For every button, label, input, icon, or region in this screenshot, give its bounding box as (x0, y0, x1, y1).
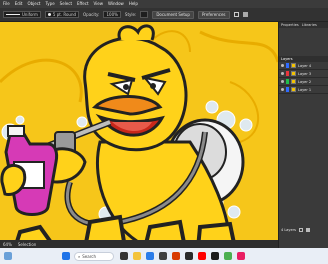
menu-object[interactable]: Object (27, 0, 40, 8)
more-options-icon[interactable] (242, 12, 248, 17)
duck-mascot-illustration (0, 24, 278, 248)
document-setup-button[interactable]: Document Setup (152, 10, 194, 19)
panel-spacer (279, 28, 328, 56)
menu-select[interactable]: Select (60, 0, 72, 8)
visibility-eye-icon[interactable] (281, 88, 284, 91)
visibility-eye-icon[interactable] (281, 72, 284, 75)
chrome-icon[interactable] (224, 252, 232, 260)
opacity-value: 100% (106, 12, 118, 17)
pinned-apps (120, 252, 245, 260)
menu-edit[interactable]: Edit (15, 0, 23, 8)
tab-layers[interactable]: Layers (281, 57, 293, 61)
task-view-icon[interactable] (120, 252, 128, 260)
photos-icon[interactable] (237, 252, 245, 260)
layer-name: Layer 3 (298, 71, 312, 76)
start-icon[interactable] (62, 252, 70, 260)
layer-thumbnail (291, 79, 296, 84)
style-dropdown[interactable] (140, 11, 149, 18)
edge-icon[interactable] (146, 252, 154, 260)
layer-color-swatch (286, 71, 289, 76)
windows-taskbar: ⌕ Search (0, 248, 328, 264)
taskbar-search[interactable]: ⌕ Search (74, 251, 114, 261)
layers-footer: 4 Layers (279, 226, 328, 234)
stroke-preview (6, 14, 20, 15)
search-placeholder: Search (82, 253, 96, 259)
layer-row[interactable]: Layer 4 (279, 62, 328, 70)
layer-row[interactable]: Layer 1 (279, 86, 328, 94)
trash-icon[interactable] (305, 228, 310, 232)
menu-view[interactable]: View (94, 0, 104, 8)
visibility-eye-icon[interactable] (281, 80, 284, 83)
zoom-level[interactable]: 64% (3, 242, 12, 247)
file-explorer-icon[interactable] (133, 252, 141, 260)
menu-effect[interactable]: Effect (77, 0, 89, 8)
layer-color-swatch (286, 87, 289, 92)
menu-bar: File Edit Object Type Select Effect View… (0, 0, 328, 8)
layer-thumbnail (291, 71, 296, 76)
tab-properties[interactable]: Properties (281, 23, 299, 27)
arrange-icon[interactable] (233, 12, 239, 17)
preferences-label: Preferences (201, 12, 226, 17)
new-layer-icon[interactable] (298, 228, 303, 232)
layer-count-label: 4 Layers (281, 228, 296, 232)
layer-row[interactable]: Layer 2 (279, 78, 328, 86)
current-tool-label: Selection (17, 241, 37, 247)
layer-row[interactable]: Layer 3 (279, 70, 328, 78)
weather-icon[interactable] (4, 252, 12, 260)
store-icon[interactable] (159, 252, 167, 260)
brush-dropdown[interactable]: 5 pt. Round (44, 11, 80, 18)
illustrator-window: File Edit Object Type Select Effect View… (0, 0, 328, 264)
tab-libraries[interactable]: Libraries (302, 23, 317, 27)
red-app-icon[interactable] (198, 252, 206, 260)
layer-color-swatch (286, 63, 289, 68)
control-bar: Uniform 5 pt. Round Opacity: 100% Style:… (0, 8, 328, 22)
layer-color-swatch (286, 79, 289, 84)
layer-name: Layer 4 (298, 63, 312, 68)
menu-window[interactable]: Window (108, 0, 124, 8)
style-label: Style: (124, 12, 137, 17)
brush-dot-icon (47, 13, 51, 16)
menu-type[interactable]: Type (45, 0, 54, 8)
layer-name: Layer 1 (298, 87, 312, 92)
artboard-canvas[interactable] (0, 22, 278, 248)
menu-help[interactable]: Help (129, 0, 138, 8)
brush-label: 5 pt. Round (52, 12, 77, 17)
stroke-style-label: Uniform (22, 12, 38, 17)
opacity-label: Opacity: (83, 12, 100, 17)
office-icon[interactable] (172, 252, 180, 260)
document-setup-label: Document Setup (156, 12, 190, 17)
stroke-style-dropdown[interactable]: Uniform (3, 11, 41, 18)
layer-thumbnail (291, 87, 296, 92)
preferences-button[interactable]: Preferences (197, 10, 230, 19)
menu-file[interactable]: File (3, 0, 10, 8)
search-icon: ⌕ (78, 253, 81, 259)
opacity-field[interactable]: 100% (103, 11, 121, 18)
status-bar: 64% Selection (0, 240, 278, 248)
right-panel: Properties Libraries Layers Layer 4 Laye… (278, 22, 328, 248)
illustrator-taskbar-icon[interactable] (185, 252, 193, 260)
visibility-eye-icon[interactable] (281, 64, 284, 67)
layer-name: Layer 2 (298, 79, 312, 84)
app-icon[interactable] (211, 252, 219, 260)
layer-thumbnail (291, 63, 296, 68)
